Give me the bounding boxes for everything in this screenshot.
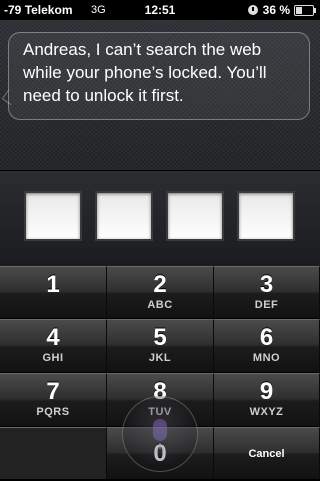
key-7[interactable]: 7 PQRS	[0, 373, 107, 427]
key-letters: MNO	[252, 352, 281, 364]
carrier-info: -79 Telekom	[4, 0, 72, 20]
key-digit: 3	[259, 271, 274, 298]
status-bar: -79 Telekom 3G 12:51 36 %	[0, 0, 320, 20]
siri-panel: Andreas, I can’t search the web while yo…	[0, 20, 320, 170]
siri-response-bubble: Andreas, I can’t search the web while yo…	[8, 32, 310, 120]
siri-mic-button[interactable]	[122, 396, 198, 472]
passcode-digit-4[interactable]	[237, 191, 295, 241]
key-letters: DEF	[254, 299, 279, 311]
key-3[interactable]: 3 DEF	[214, 266, 320, 319]
passcode-digit-1[interactable]	[24, 191, 82, 241]
key-6[interactable]: 6 MNO	[214, 319, 320, 373]
key-5[interactable]: 5 JKL	[107, 319, 214, 373]
passcode-panel	[0, 170, 320, 267]
key-letters: ABC	[147, 299, 173, 311]
key-2[interactable]: 2 ABC	[107, 266, 214, 319]
key-digit: 1	[46, 271, 60, 298]
battery-icon	[294, 4, 316, 16]
key-1[interactable]: 1	[0, 266, 107, 319]
key-digit: 9	[259, 378, 274, 405]
battery-percent: 36 %	[262, 3, 290, 17]
passcode-digit-3[interactable]	[166, 191, 224, 241]
key-letters: PQRS	[36, 406, 70, 418]
cancel-button[interactable]: Cancel	[214, 427, 320, 480]
passcode-digit-2[interactable]	[95, 191, 153, 241]
key-letters: WXYZ	[249, 406, 284, 418]
status-right-group: 36 %	[247, 0, 316, 20]
key-letters: GHI	[42, 352, 64, 364]
microphone-icon	[153, 419, 167, 449]
key-9[interactable]: 9 WXYZ	[214, 373, 320, 427]
key-4[interactable]: 4 GHI	[0, 319, 107, 373]
network-type: 3G	[91, 4, 106, 16]
signal-strength: -79	[4, 3, 22, 17]
key-digit: 4	[46, 324, 60, 351]
siri-response-text: Andreas, I can’t search the web while yo…	[23, 40, 267, 105]
battery-fill	[296, 6, 302, 14]
cancel-label: Cancel	[248, 448, 285, 460]
rotation-lock-icon	[247, 5, 258, 15]
key-digit: 7	[46, 378, 60, 405]
key-letters: JKL	[148, 352, 172, 364]
key-digit: 5	[153, 324, 167, 351]
key-digit: 6	[259, 324, 274, 351]
carrier-name: Telekom	[24, 3, 73, 17]
key-digit: 2	[153, 271, 167, 298]
key-blank	[0, 427, 107, 480]
